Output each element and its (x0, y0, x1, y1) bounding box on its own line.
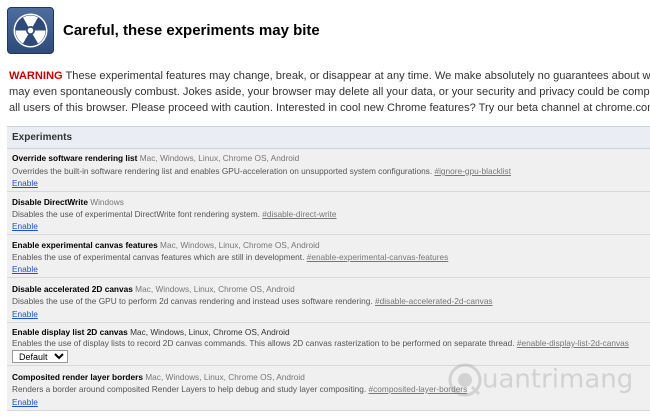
experiment-name: Enable experimental canvas features (12, 240, 158, 250)
experiment-name: Disable DirectWrite (12, 197, 88, 207)
watermark: uantrimang (448, 363, 633, 403)
experiments-header: Experiments (7, 127, 650, 149)
experiment-name: Disable accelerated 2D canvas (12, 284, 133, 294)
experiment-description: Overrides the built-in software renderin… (12, 166, 433, 176)
experiment-description: Enables the use of experimental canvas f… (12, 252, 305, 262)
experiment-platforms: Windows (90, 197, 124, 207)
warning-text-line2: may even spontaneously combust. Jokes as… (9, 86, 650, 98)
experiment-flag-link[interactable]: #disable-direct-write (262, 209, 336, 219)
experiment-description: Enables the use of display lists to reco… (12, 338, 515, 348)
experiment-row-ignore-gpu-blacklist: Override software rendering list Mac, Wi… (7, 149, 650, 192)
radiation-logo-icon (7, 7, 54, 54)
page-title: Careful, these experiments may bite (63, 22, 320, 39)
experiment-row-disable-accelerated-2d-canvas: Disable accelerated 2D canvas Mac, Windo… (7, 278, 650, 323)
experiment-flag-link[interactable]: #enable-experimental-canvas-features (307, 252, 449, 262)
experiment-platforms: Mac, Windows, Linux, Chrome OS, Android (130, 327, 290, 337)
experiment-row-disable-direct-write: Disable DirectWrite Windows Disables the… (7, 192, 650, 235)
experiment-platforms: Mac, Windows, Linux, Chrome OS, Android (160, 240, 320, 250)
experiment-platforms: Mac, Windows, Linux, Chrome OS, Android (145, 372, 305, 382)
warning-message: WARNING These experimental features may … (9, 68, 650, 116)
experiment-description: Disables the use of the GPU to perform 2… (12, 296, 373, 306)
experiment-description: Renders a border around composited Rende… (12, 384, 367, 394)
experiment-name: Override software rendering list (12, 153, 138, 163)
enable-link[interactable]: Enable (12, 264, 38, 274)
experiment-flag-link[interactable]: #enable-display-list-2d-canvas (517, 338, 629, 348)
quantrimang-logo-icon (448, 363, 482, 397)
warning-text-line3: all users of this browser. Please procee… (9, 102, 650, 114)
experiment-description: Disables the use of experimental DirectW… (12, 209, 260, 219)
enable-link[interactable]: Enable (12, 178, 38, 188)
experiment-state-select[interactable]: Default (12, 350, 68, 363)
experiment-row-enable-display-list-2d-canvas: Enable display list 2D canvas Mac, Windo… (7, 323, 650, 366)
warning-label: WARNING (9, 70, 63, 82)
experiment-row-enable-experimental-canvas-features: Enable experimental canvas features Mac,… (7, 235, 650, 278)
enable-link[interactable]: Enable (12, 397, 38, 407)
experiment-platforms: Mac, Windows, Linux, Chrome OS, Android (135, 284, 295, 294)
experiment-name: Enable display list 2D canvas (12, 327, 128, 337)
experiment-flag-link[interactable]: #disable-accelerated-2d-canvas (375, 296, 493, 306)
enable-link[interactable]: Enable (12, 309, 38, 319)
experiment-flag-link[interactable]: #ignore-gpu-blacklist (434, 166, 511, 176)
experiment-platforms: Mac, Windows, Linux, Chrome OS, Android (139, 153, 300, 163)
warning-text-line1: These experimental features may change, … (62, 70, 650, 82)
enable-link[interactable]: Enable (12, 221, 38, 231)
watermark-text: uantrimang (482, 364, 634, 395)
experiment-name: Composited render layer borders (12, 372, 143, 382)
